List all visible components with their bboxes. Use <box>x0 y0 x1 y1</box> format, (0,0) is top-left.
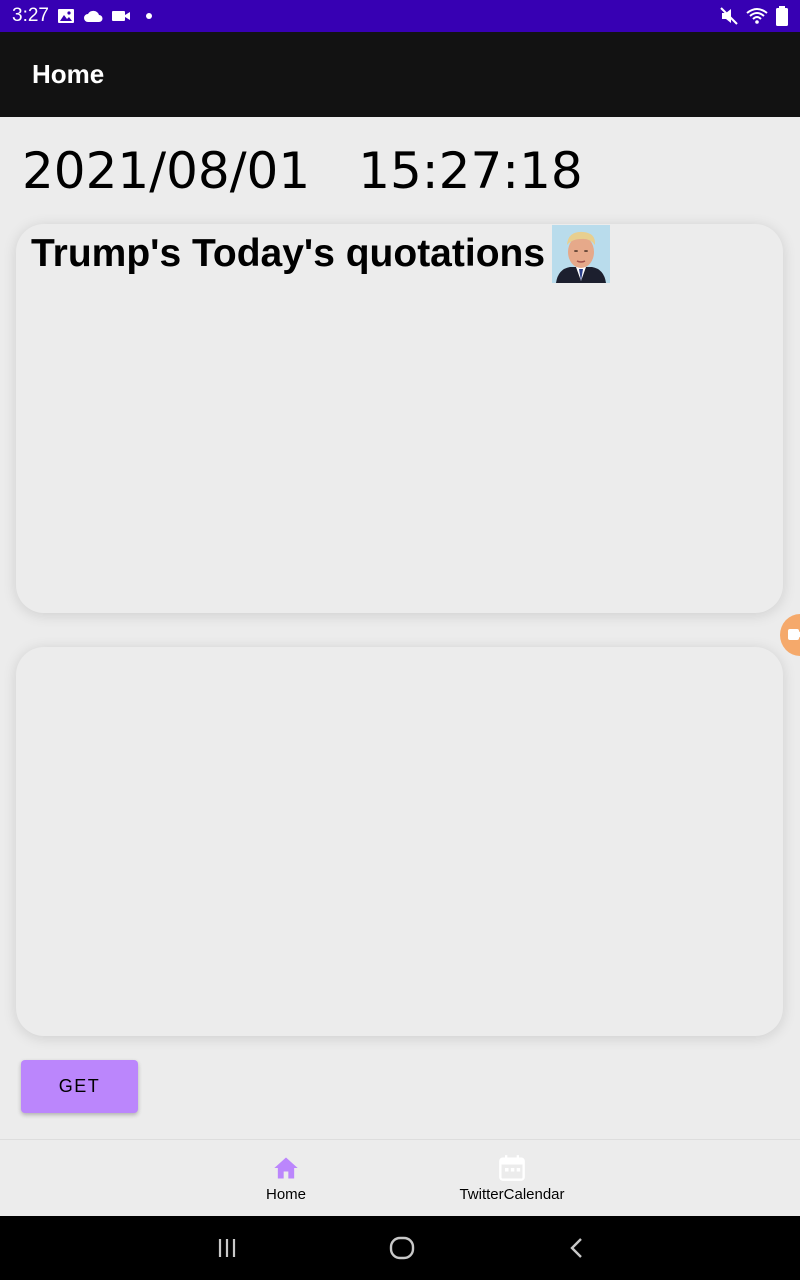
dot-icon <box>145 13 152 19</box>
nav-label-twittercalendar: TwitterCalendar <box>459 1186 565 1203</box>
cloud-icon <box>83 10 103 22</box>
time-text: 15:27:18 <box>358 142 583 200</box>
video-icon <box>111 11 130 21</box>
quote-card: Trump's Today's quotations <box>16 224 783 613</box>
back-icon <box>570 1238 582 1258</box>
status-bar: 3:27 <box>0 0 800 32</box>
nav-item-twittercalendar[interactable]: TwitterCalendar <box>432 1140 592 1217</box>
home-system-button[interactable] <box>372 1216 432 1280</box>
datetime-display: 2021/08/01 15:27:18 <box>22 142 583 200</box>
wifi-icon <box>746 8 768 24</box>
home-icon <box>274 1157 298 1179</box>
image-icon <box>57 9 74 23</box>
app-bar: Home <box>0 32 800 117</box>
floating-bubble[interactable] <box>780 614 800 656</box>
system-navigation-bar <box>0 1216 800 1280</box>
video-record-icon <box>788 629 800 640</box>
mute-icon <box>720 7 738 25</box>
battery-icon <box>776 6 788 26</box>
status-time: 3:27 <box>12 5 49 26</box>
nav-item-home[interactable]: Home <box>206 1140 366 1217</box>
quote-content-card <box>16 647 783 1036</box>
quote-header: Trump's Today's quotations <box>31 224 611 284</box>
recents-icon <box>218 1239 236 1257</box>
get-button[interactable]: GET <box>21 1060 138 1113</box>
quote-title: Trump's Today's quotations <box>31 232 546 275</box>
calendar-icon <box>499 1155 525 1181</box>
portrait-image <box>552 225 611 283</box>
page-title: Home <box>32 59 105 89</box>
recents-button[interactable] <box>197 1216 257 1280</box>
home-circle-icon <box>389 1236 415 1260</box>
date-text: 2021/08/01 <box>22 142 311 200</box>
nav-label-home: Home <box>265 1186 306 1203</box>
bottom-navigation: Home TwitterCalendar <box>0 1139 800 1216</box>
back-button[interactable] <box>547 1216 607 1280</box>
